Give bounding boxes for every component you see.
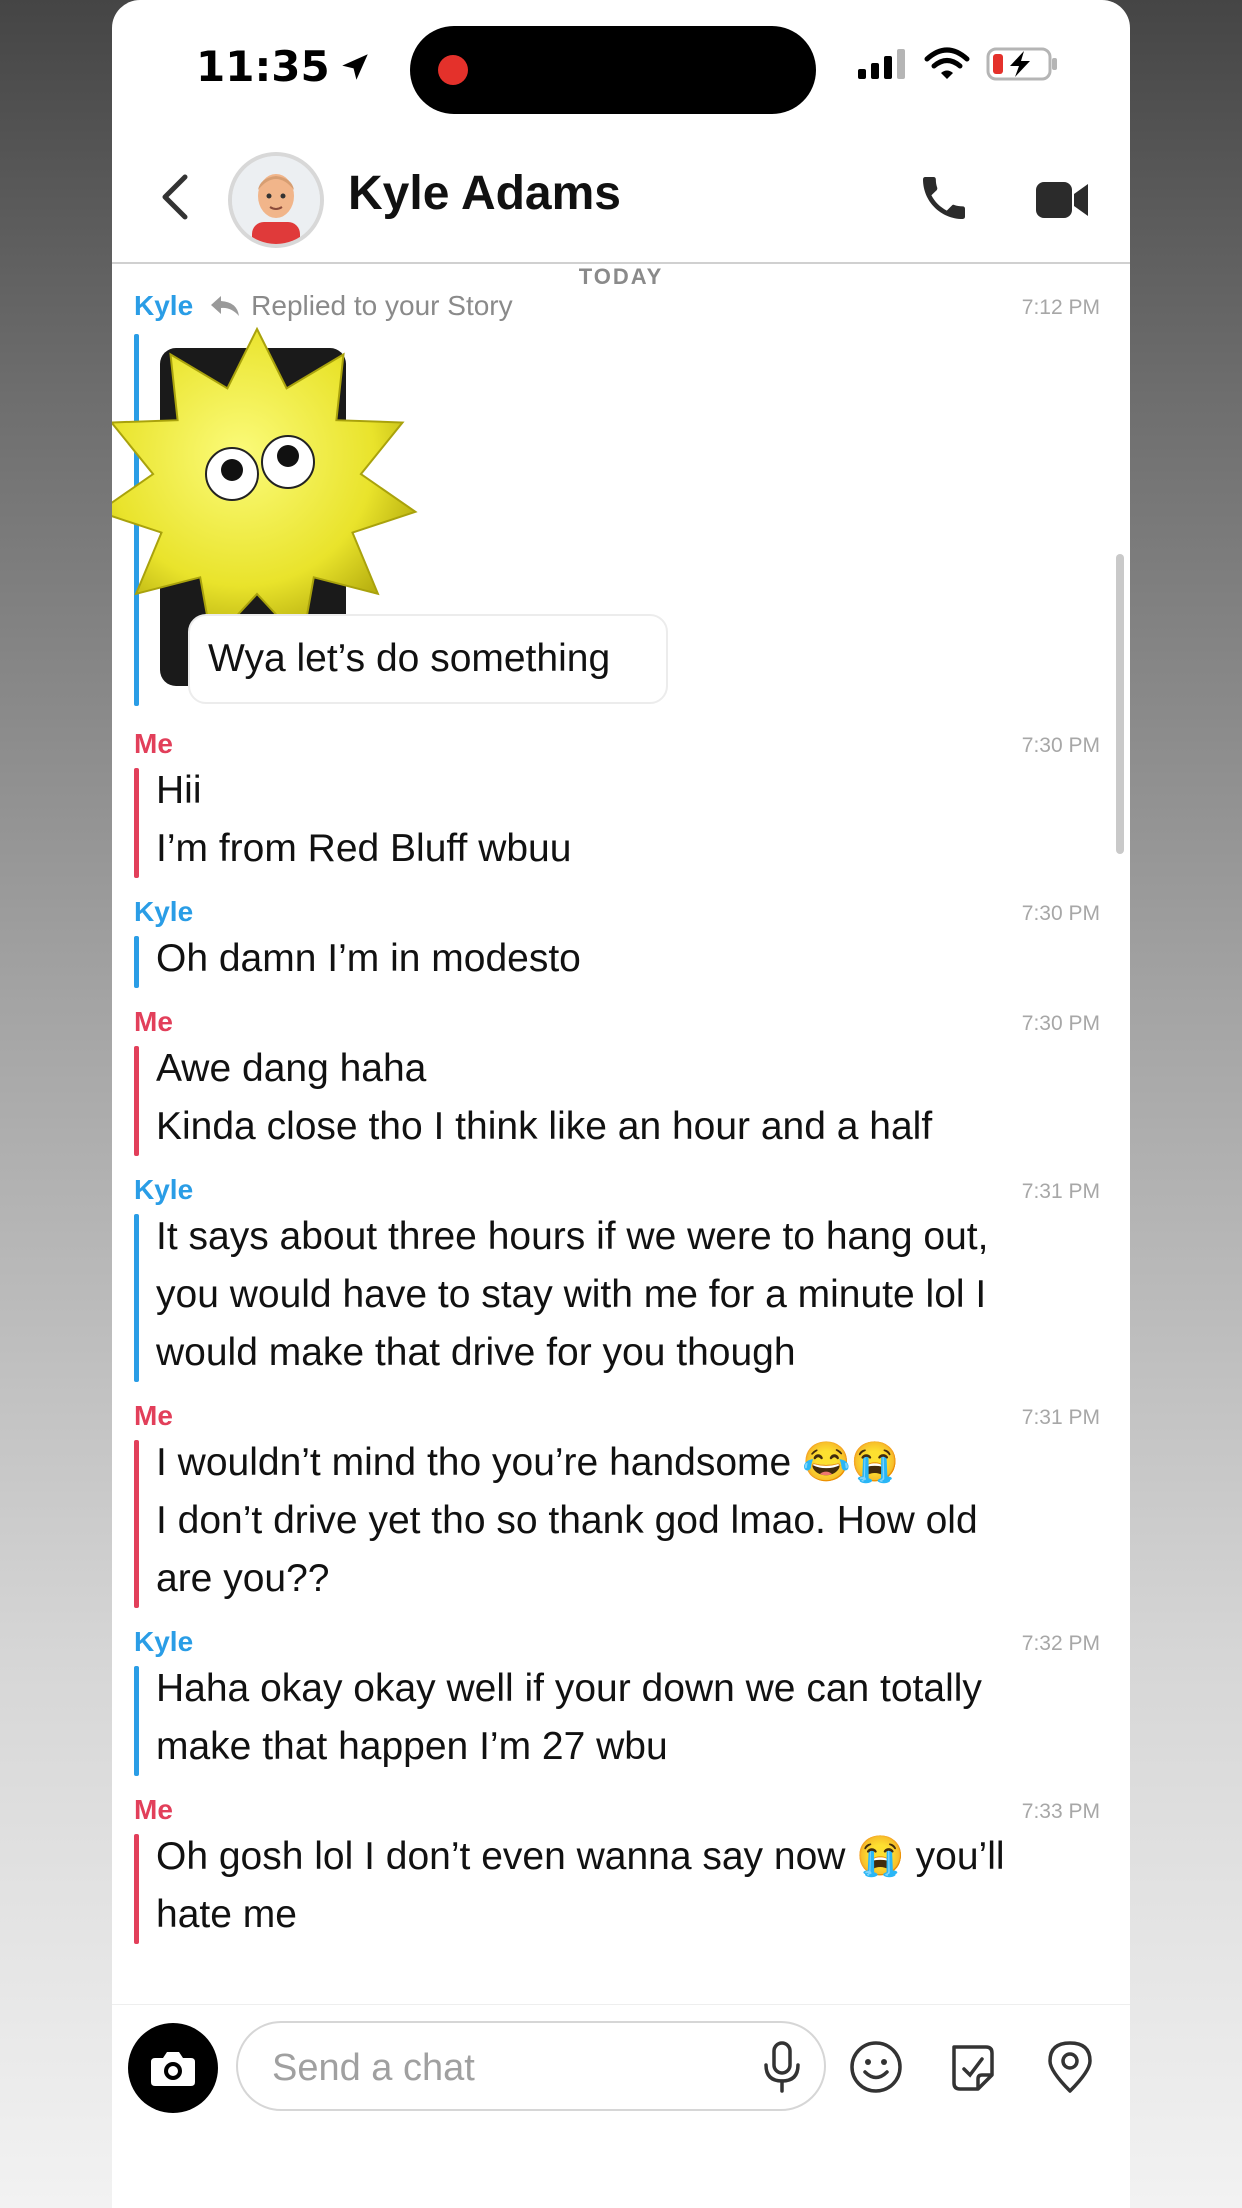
camera-icon	[151, 2052, 195, 2086]
story-reply-sender: Kyle	[134, 290, 194, 321]
send-chat-input[interactable]	[270, 2037, 734, 2099]
timestamp: 7:30 PM	[1021, 1012, 1100, 1035]
message-text[interactable]: Hii I’m from Red Bluff wbuu	[156, 762, 1096, 878]
scrollbar[interactable]	[1116, 554, 1124, 854]
message-line: I’m from Red Bluff wbuu	[156, 827, 572, 870]
message-sender: Me	[134, 728, 173, 759]
message-text[interactable]: Oh gosh lol I don’t even wanna say now 😭…	[156, 1828, 1096, 1944]
message-bar	[134, 768, 139, 878]
bitmoji-avatar-icon	[232, 156, 320, 244]
message-bar	[134, 1214, 139, 1382]
emoji-button[interactable]	[848, 2039, 904, 2095]
message-line: Oh damn I’m in modesto	[156, 937, 581, 980]
message-line: Oh gosh lol I don’t even wanna say now 😭…	[156, 1835, 1005, 1878]
battery-charging-icon	[986, 47, 1057, 81]
message-sender: Me	[134, 1400, 173, 1431]
phone-screen: 11:35 Kyle Adams TODAY Kyle Replied to y…	[112, 0, 1130, 2208]
story-caption[interactable]: Wya let’s do something	[188, 614, 668, 704]
call-button[interactable]	[916, 170, 972, 226]
message-bar	[134, 1440, 139, 1608]
recording-dot	[438, 55, 468, 85]
map-button[interactable]	[1042, 2039, 1098, 2095]
message-line: hate me	[156, 1893, 297, 1936]
status-icons	[856, 46, 1060, 82]
message-text[interactable]: I wouldn’t mind tho you’re handsome 😂😭 I …	[156, 1434, 1096, 1608]
timestamp: 7:31 PM	[1021, 1180, 1100, 1203]
chat-header: Kyle Adams	[112, 130, 1130, 264]
status-bar: 11:35	[112, 0, 1130, 130]
dynamic-island	[410, 26, 816, 114]
smiley-icon	[850, 2041, 902, 2093]
chat-input-bar	[112, 2004, 1130, 2208]
back-button[interactable]	[152, 172, 196, 222]
message-sender: Kyle	[134, 896, 194, 927]
googly-eyed-sun-sticker	[112, 326, 418, 645]
message-text[interactable]: Haha okay okay well if your down we can …	[156, 1660, 1096, 1776]
timestamp: 7:33 PM	[1021, 1800, 1100, 1823]
avatar[interactable]	[228, 152, 324, 248]
timestamp: 7:30 PM	[1021, 734, 1100, 757]
timestamp: 7:12 PM	[1021, 296, 1100, 319]
message-line: I wouldn’t mind tho you’re handsome 😂😭	[156, 1441, 900, 1484]
microphone-icon	[764, 2041, 800, 2093]
microphone-button[interactable]	[754, 2039, 810, 2095]
message-sender: Me	[134, 1006, 173, 1037]
message-sender: Kyle	[134, 1626, 194, 1657]
map-pin-icon	[1048, 2041, 1092, 2093]
phone-icon	[923, 177, 965, 219]
message-line: Hii	[156, 769, 202, 812]
location-arrow-icon	[341, 53, 368, 80]
chat-area[interactable]: TODAY Kyle Replied to your Story 7:12 PM	[112, 264, 1130, 2004]
video-camera-icon	[1036, 182, 1088, 218]
chat-field[interactable]	[236, 2021, 826, 2111]
message-bar	[134, 1666, 139, 1776]
camera-button[interactable]	[128, 2023, 218, 2113]
message-line: make that happen I’m 27 wbu	[156, 1725, 668, 1768]
message-line: Kinda close tho I think like an hour and…	[156, 1105, 933, 1148]
message-sender: Me	[134, 1794, 173, 1825]
reply-arrow-icon	[211, 296, 240, 316]
sticker-icon	[952, 2045, 994, 2091]
date-divider: TODAY	[578, 264, 664, 289]
message-line: would make that drive for you though	[156, 1331, 796, 1374]
story-reply-note: Replied to your Story	[251, 290, 513, 321]
message-bar	[134, 1046, 139, 1156]
timestamp: 7:31 PM	[1021, 1406, 1100, 1429]
message-line: Awe dang haha	[156, 1047, 427, 1090]
status-time: 11:35	[196, 42, 372, 91]
message-bar	[134, 936, 139, 988]
cellular-signal-icon	[858, 49, 905, 79]
message-line: you would have to stay with me for a min…	[156, 1273, 987, 1316]
message-line: Haha okay okay well if your down we can …	[156, 1667, 982, 1710]
message-line: It says about three hours if we were to …	[156, 1215, 989, 1258]
sticker-button[interactable]	[944, 2039, 1000, 2095]
status-time-text: 11:35	[196, 42, 330, 91]
message-line: are you??	[156, 1557, 330, 1600]
timestamp: 7:32 PM	[1021, 1632, 1100, 1655]
timestamp: 7:30 PM	[1021, 902, 1100, 925]
message-line: I don’t drive yet tho so thank god lmao.…	[156, 1499, 978, 1542]
message-bar	[134, 1834, 139, 1944]
wifi-icon	[924, 47, 970, 79]
message-text[interactable]: It says about three hours if we were to …	[156, 1208, 1096, 1382]
video-call-button[interactable]	[1034, 176, 1090, 224]
message-text[interactable]: Oh damn I’m in modesto	[156, 930, 1096, 988]
story-reply-label: Kyle Replied to your Story	[134, 290, 513, 322]
chevron-left-icon	[162, 174, 188, 220]
message-sender: Kyle	[134, 1174, 194, 1205]
contact-name[interactable]: Kyle Adams	[348, 166, 621, 221]
message-text[interactable]: Awe dang haha Kinda close tho I think lik…	[156, 1040, 1096, 1156]
